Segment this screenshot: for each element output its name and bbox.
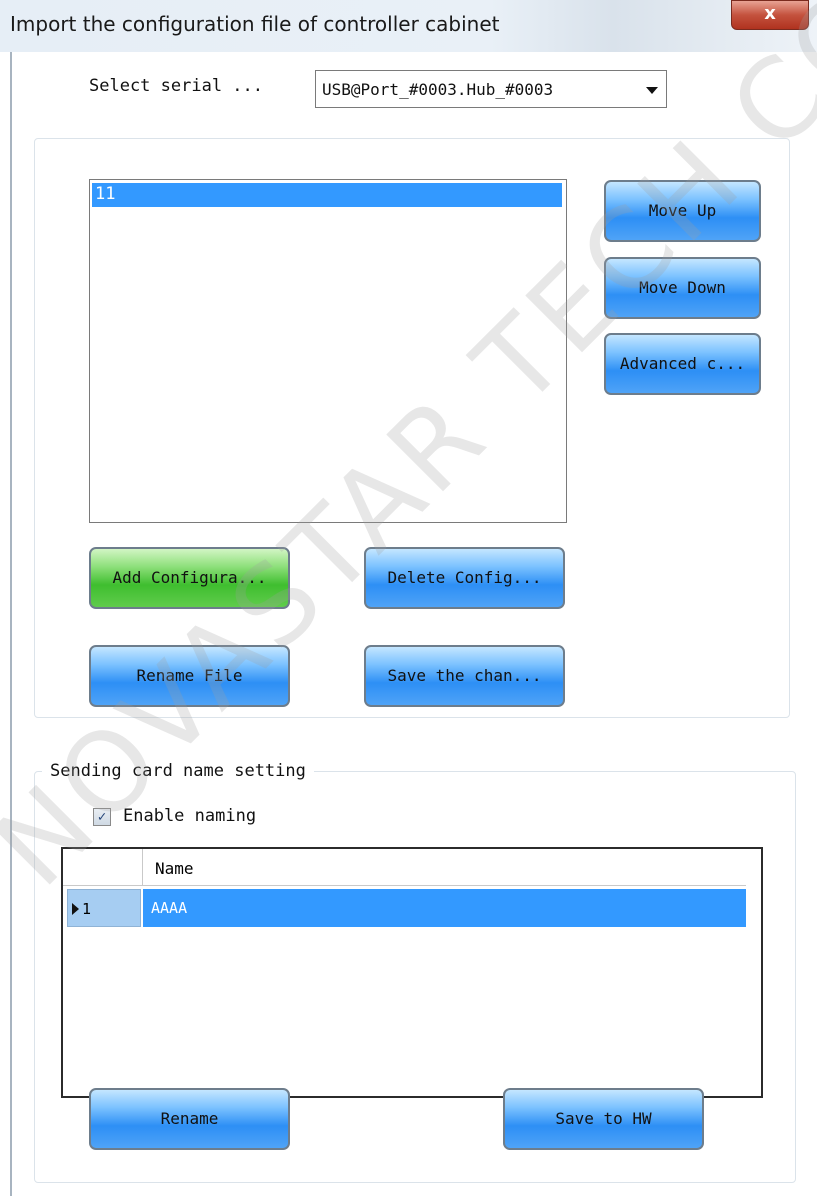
move-down-button[interactable]: Move Down [604, 257, 761, 319]
title-bar: Import the configuration file of control… [0, 0, 817, 52]
close-icon: x [764, 3, 776, 24]
serial-selected-value: USB@Port_#0003.Hub_#0003 [322, 80, 554, 99]
list-item[interactable]: 11 [92, 183, 562, 207]
add-configuration-button[interactable]: Add Configura... [89, 547, 290, 609]
enable-naming-label: Enable naming [123, 806, 257, 826]
serial-label: Select serial ... [89, 76, 263, 96]
chevron-down-icon [646, 87, 658, 94]
window-title: Import the configuration file of control… [10, 12, 500, 36]
save-to-hw-button[interactable]: Save to HW [503, 1088, 704, 1150]
advanced-button[interactable]: Advanced c... [604, 333, 761, 395]
grid-header-corner [63, 849, 143, 886]
config-file-list[interactable]: 11 [89, 179, 567, 523]
move-up-button[interactable]: Move Up [604, 180, 761, 242]
grid-column-header-name[interactable]: Name [143, 849, 746, 886]
enable-naming-checkbox[interactable]: ✓ [93, 808, 111, 826]
sending-card-group-title: Sending card name setting [42, 761, 314, 781]
row-index: 1 [82, 900, 92, 918]
delete-configuration-button[interactable]: Delete Config... [364, 547, 565, 609]
close-button[interactable]: x [731, 0, 809, 30]
save-changes-button[interactable]: Save the chan... [364, 645, 565, 707]
sending-card-grid[interactable]: Name 1 AAAA [61, 847, 763, 1098]
rename-button[interactable]: Rename [89, 1088, 290, 1150]
serial-dropdown[interactable]: USB@Port_#0003.Hub_#0003 [315, 70, 667, 108]
grid-row-header[interactable]: 1 [67, 889, 141, 927]
rename-file-button[interactable]: Rename File [89, 645, 290, 707]
table-row[interactable]: AAAA [143, 889, 746, 927]
row-pointer-icon [72, 903, 79, 915]
